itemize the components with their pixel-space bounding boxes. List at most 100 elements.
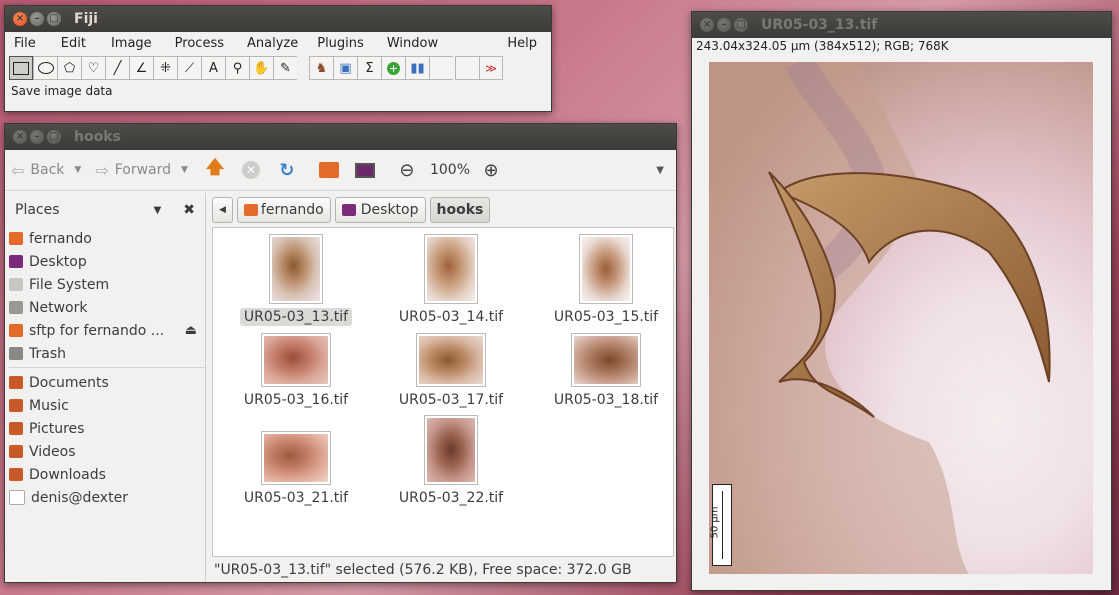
menu-help[interactable]: Help xyxy=(498,36,551,51)
sidebar-item-network[interactable]: Network xyxy=(5,296,205,319)
sidebar-item-desktop[interactable]: Desktop xyxy=(5,250,205,273)
sidebar-item-pictures[interactable]: Pictures xyxy=(5,417,205,440)
zoom-in-icon: ⊕ xyxy=(483,159,499,181)
menu-image[interactable]: Image xyxy=(95,36,161,51)
wand-tool[interactable]: ⟋ xyxy=(177,56,201,80)
polygon-tool[interactable]: ⬠ xyxy=(57,56,81,80)
breadcrumb-label: Desktop xyxy=(360,202,419,218)
eject-icon[interactable]: ⏏ xyxy=(185,323,197,338)
desktop-icon xyxy=(9,255,23,268)
blank-tool[interactable] xyxy=(429,56,453,80)
maximize-icon[interactable]: □ xyxy=(47,130,61,144)
computer-icon xyxy=(354,162,375,178)
close-icon[interactable]: × xyxy=(700,18,714,32)
up-button[interactable]: 🡅 xyxy=(202,157,228,183)
back-label: Back xyxy=(30,162,65,178)
more-tools[interactable]: ≫ xyxy=(479,56,503,80)
sidebar-item-downloads[interactable]: Downloads xyxy=(5,463,205,486)
sidebar-title: Places xyxy=(15,202,60,218)
maximize-icon[interactable]: □ xyxy=(47,12,61,26)
file-item[interactable]: UR05-03_14.tif xyxy=(386,234,516,326)
text-tool[interactable]: A xyxy=(201,56,225,80)
minimize-icon[interactable]: – xyxy=(30,130,44,144)
stop-button[interactable]: ✕ xyxy=(238,157,264,183)
sidebar-item-videos[interactable]: Videos xyxy=(5,440,205,463)
home-button[interactable] xyxy=(316,157,342,183)
image-thumbnail xyxy=(424,415,478,485)
line-icon: ╱ xyxy=(113,60,122,76)
minimize-icon[interactable]: – xyxy=(30,12,44,26)
zoom-in-button[interactable]: ⊕ xyxy=(478,157,504,183)
breadcrumb-hooks[interactable]: hooks xyxy=(429,197,491,223)
line-tool[interactable]: ╱ xyxy=(105,56,129,80)
magnifier-tool[interactable]: ⚲ xyxy=(225,56,249,80)
menu-plugins[interactable]: Plugins xyxy=(307,36,373,51)
menu-file[interactable]: File xyxy=(5,36,45,51)
close-icon[interactable]: × xyxy=(13,12,27,26)
close-icon[interactable]: × xyxy=(13,130,27,144)
breadcrumb-back-button[interactable]: ◀ xyxy=(212,197,233,223)
freehand-icon: ♡ xyxy=(87,60,100,76)
sidebar-item-music[interactable]: Music xyxy=(5,394,205,417)
zoom-level: 100% xyxy=(429,162,470,178)
oval-icon xyxy=(37,62,54,74)
angle-tool[interactable]: ∠ xyxy=(129,56,153,80)
developer-menu[interactable]: ♞ xyxy=(309,56,333,80)
chevron-down-icon[interactable]: ▼ xyxy=(154,205,162,216)
chevron-down-icon: ▼ xyxy=(74,165,82,175)
histogram-menu[interactable]: ▮▮ xyxy=(405,56,429,80)
menu-analyze[interactable]: Analyze xyxy=(233,36,307,51)
breadcrumb-fernando[interactable]: fernando xyxy=(236,197,331,223)
breadcrumb-desktop[interactable]: Desktop xyxy=(334,197,426,223)
file-item[interactable]: UR05-03_16.tif xyxy=(231,333,361,409)
sidebar-item-trash[interactable]: Trash xyxy=(5,342,205,365)
file-item[interactable]: UR05-03_15.tif xyxy=(541,234,671,326)
sigma-menu[interactable]: Σ xyxy=(357,56,381,80)
maximize-icon[interactable]: □ xyxy=(734,18,748,32)
menu-process[interactable]: Process xyxy=(161,36,233,51)
scale-bar-line xyxy=(722,491,723,559)
file-item[interactable]: UR05-03_17.tif xyxy=(386,333,516,409)
forward-arrow-icon: ⇨ xyxy=(95,160,109,180)
stacks-menu[interactable]: ▣ xyxy=(333,56,357,80)
image-canvas[interactable]: 50 µm xyxy=(709,62,1093,574)
file-item[interactable]: UR05-03_13.tif xyxy=(231,234,361,326)
file-item[interactable]: UR05-03_22.tif xyxy=(386,415,516,507)
sidebar-item-denis-dexter[interactable]: denis@dexter xyxy=(5,486,205,509)
plus-menu[interactable]: + xyxy=(381,56,405,80)
reload-button[interactable]: ↻ xyxy=(274,157,300,183)
menu-window[interactable]: Window xyxy=(373,36,447,51)
sidebar-item-fernando[interactable]: fernando xyxy=(5,227,205,250)
angle-icon: ∠ xyxy=(135,60,148,76)
hand-tool[interactable]: ✋ xyxy=(249,56,273,80)
menu-edit[interactable]: Edit xyxy=(45,36,95,51)
zoom-out-button[interactable]: ⊖ xyxy=(394,157,420,183)
scale-bar-label: 50 µm xyxy=(709,506,721,539)
sidebar-item-file-system[interactable]: File System xyxy=(5,273,205,296)
rectangle-tool[interactable] xyxy=(9,56,33,80)
freehand-tool[interactable]: ♡ xyxy=(81,56,105,80)
network-icon xyxy=(9,301,23,314)
sidebar-item-documents[interactable]: Documents xyxy=(5,371,205,394)
image-window: × – □ UR05-03_13.tif 243.04x324.05 µm (3… xyxy=(691,11,1112,591)
dropper-tool[interactable]: ✎ xyxy=(273,56,297,80)
minimize-icon[interactable]: – xyxy=(717,18,731,32)
file-item[interactable]: UR05-03_18.tif xyxy=(541,333,671,409)
videos-folder-icon xyxy=(9,445,23,458)
wand-icon: ⟋ xyxy=(184,60,195,76)
sigma-icon: Σ xyxy=(365,60,374,76)
view-chevron-down-icon[interactable]: ▼ xyxy=(656,165,664,176)
blank-tool-2[interactable] xyxy=(455,56,479,80)
sidebar-header[interactable]: Places ▼ ✖ xyxy=(5,193,205,227)
forward-button[interactable]: ⇨ Forward ▼ xyxy=(95,161,188,180)
sidebar-item-label: sftp for fernando ... xyxy=(29,322,165,339)
remote-folder-icon xyxy=(9,324,23,337)
close-sidebar-icon[interactable]: ✖ xyxy=(183,202,195,218)
back-button[interactable]: ⇦ Back ▼ xyxy=(11,161,81,180)
sidebar: Places ▼ ✖ fernando Desktop File System … xyxy=(5,193,206,582)
oval-tool[interactable] xyxy=(33,56,57,80)
computer-button[interactable] xyxy=(352,157,378,183)
sidebar-item-sftp[interactable]: sftp for fernando ... ⏏ xyxy=(5,319,205,342)
point-tool[interactable]: ⁜ xyxy=(153,56,177,80)
file-item[interactable]: UR05-03_21.tif xyxy=(231,431,361,507)
